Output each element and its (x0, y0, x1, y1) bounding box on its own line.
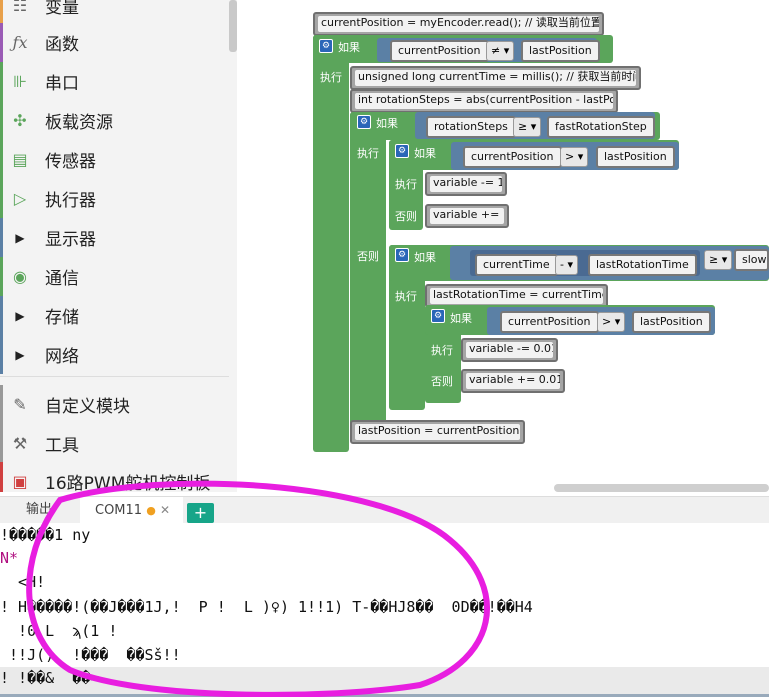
annotation-circle (26, 480, 490, 697)
